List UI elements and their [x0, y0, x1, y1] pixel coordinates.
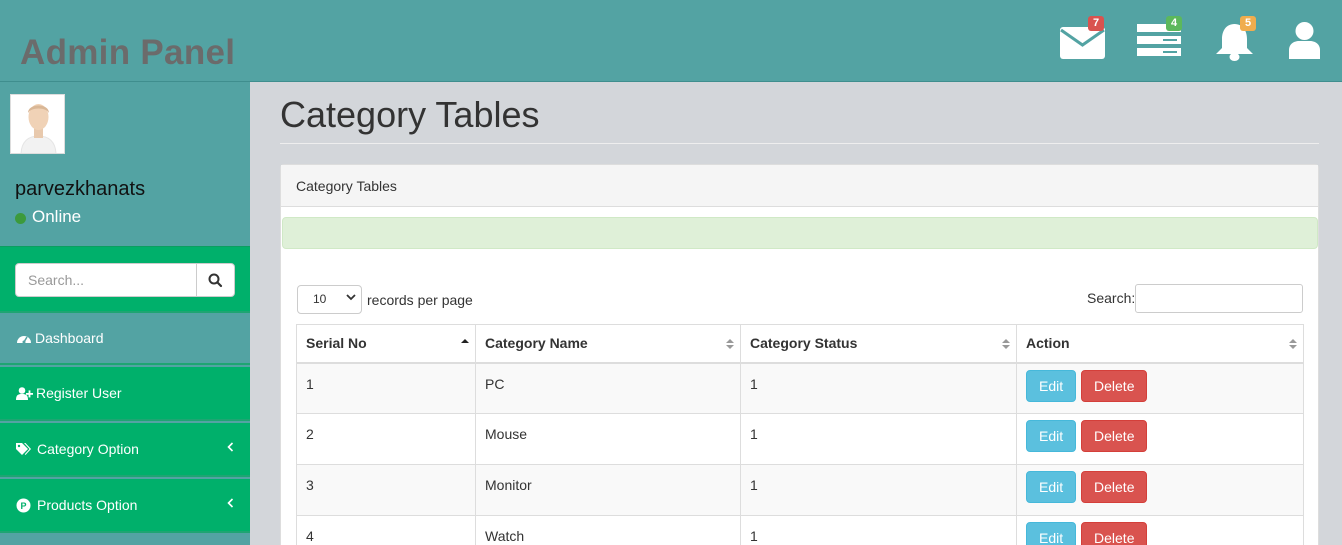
tags-icon: [16, 442, 31, 456]
messages-button[interactable]: 7: [1060, 16, 1105, 64]
sidebar-search-button[interactable]: [196, 263, 235, 297]
sort-both-icon: [726, 339, 734, 349]
sidebar-item-label: Register User: [36, 385, 122, 401]
cell-action: Edit Delete: [1016, 464, 1304, 516]
cell-status: 1: [740, 464, 1017, 516]
alerts-button[interactable]: 5: [1214, 16, 1257, 67]
messages-badge: 7: [1088, 16, 1105, 31]
profile-button[interactable]: [1289, 21, 1320, 64]
edit-button[interactable]: Edit: [1026, 471, 1077, 503]
top-header: Admin Panel 7 4 5: [0, 0, 1342, 82]
table-header-row: Serial No Category Name Category Status: [296, 324, 1304, 364]
cell-status: 1: [740, 515, 1017, 545]
column-serial-no[interactable]: Serial No: [296, 324, 476, 364]
status-label: Online: [32, 207, 82, 226]
cell-name: PC: [475, 362, 741, 414]
svg-text:P: P: [20, 501, 26, 511]
success-alert: [282, 217, 1318, 249]
records-length-control: 10 records per page: [297, 285, 473, 314]
tasks-badge: 4: [1166, 16, 1183, 31]
cell-action: Edit Delete: [1016, 362, 1304, 414]
cell-status: 1: [740, 413, 1017, 465]
sidebar-item-products-option[interactable]: P Products Option: [0, 479, 250, 533]
category-panel: Category Tables 10 records per page Sear…: [280, 164, 1319, 545]
sort-asc-icon: [461, 339, 469, 343]
table-row: 1 PC 1 Edit Delete: [296, 362, 1304, 414]
cell-status: 1: [740, 362, 1017, 414]
brand-title[interactable]: Admin Panel: [20, 33, 235, 73]
table-row: 2 Mouse 1 Edit Delete: [296, 413, 1304, 465]
title-divider: [280, 143, 1319, 144]
panel-heading: Category Tables: [281, 165, 1318, 207]
cell-serial: 4: [296, 515, 476, 545]
delete-button[interactable]: Delete: [1081, 420, 1148, 452]
username: parvezkhanats: [15, 178, 146, 200]
cell-name: Mouse: [475, 413, 741, 465]
records-per-page-label: records per page: [367, 291, 473, 308]
records-per-page-select[interactable]: 10: [297, 285, 362, 314]
column-category-name[interactable]: Category Name: [475, 324, 741, 364]
sidebar-item-register-user[interactable]: Register User: [0, 367, 250, 421]
cell-name: Monitor: [475, 464, 741, 516]
cell-serial: 1: [296, 362, 476, 414]
cell-action: Edit Delete: [1016, 515, 1304, 545]
user-plus-icon: [16, 386, 33, 400]
dashboard-icon: [16, 332, 32, 344]
records-per-page-value: 10: [313, 292, 327, 306]
sidebar: parvezkhanats Online Search... Dashboard: [0, 82, 250, 545]
sidebar-item-label: Products Option: [37, 497, 138, 513]
sidebar-item-label: Category Option: [37, 441, 139, 457]
sort-both-icon: [1002, 339, 1010, 349]
chevron-left-icon: [227, 442, 234, 452]
delete-button[interactable]: Delete: [1081, 471, 1148, 503]
delete-button[interactable]: Delete: [1081, 369, 1148, 402]
table-search-input[interactable]: [1135, 284, 1303, 313]
edit-button[interactable]: Edit: [1026, 369, 1077, 402]
delete-button[interactable]: Delete: [1081, 522, 1148, 545]
chevron-left-icon: [227, 498, 234, 508]
cell-name: Watch: [475, 515, 741, 545]
sidebar-item-category-option[interactable]: Category Option: [0, 423, 250, 477]
cell-serial: 2: [296, 413, 476, 465]
edit-button[interactable]: Edit: [1026, 522, 1077, 545]
sort-both-icon: [1289, 339, 1297, 349]
cell-action: Edit Delete: [1016, 413, 1304, 465]
table-row: 4 Watch 1 Edit Delete: [296, 515, 1304, 545]
table-search-label: Search:: [1087, 290, 1136, 306]
alerts-badge: 5: [1240, 16, 1257, 31]
online-status: Online: [15, 207, 81, 227]
cell-serial: 3: [296, 464, 476, 516]
search-icon: [208, 273, 223, 288]
sidebar-search-input[interactable]: Search...: [15, 263, 197, 297]
table-row: 3 Monitor 1 Edit Delete: [296, 464, 1304, 516]
avatar: [10, 94, 65, 154]
user-icon: [1289, 22, 1320, 59]
sidebar-item-dashboard[interactable]: Dashboard: [0, 311, 250, 365]
sidebar-search: Search...: [0, 246, 250, 311]
product-p-icon: P: [16, 498, 31, 513]
category-table: Serial No Category Name Category Status: [296, 324, 1304, 545]
envelope-icon: [1060, 27, 1105, 59]
edit-button[interactable]: Edit: [1026, 420, 1077, 452]
page-title: Category Tables: [280, 94, 540, 135]
column-category-status[interactable]: Category Status: [740, 324, 1017, 364]
tasks-button[interactable]: 4: [1137, 16, 1183, 61]
column-action[interactable]: Action: [1016, 324, 1304, 364]
chevron-down-icon: [346, 294, 356, 301]
status-dot-icon: [15, 212, 26, 224]
sidebar-item-label: Dashboard: [35, 330, 104, 346]
